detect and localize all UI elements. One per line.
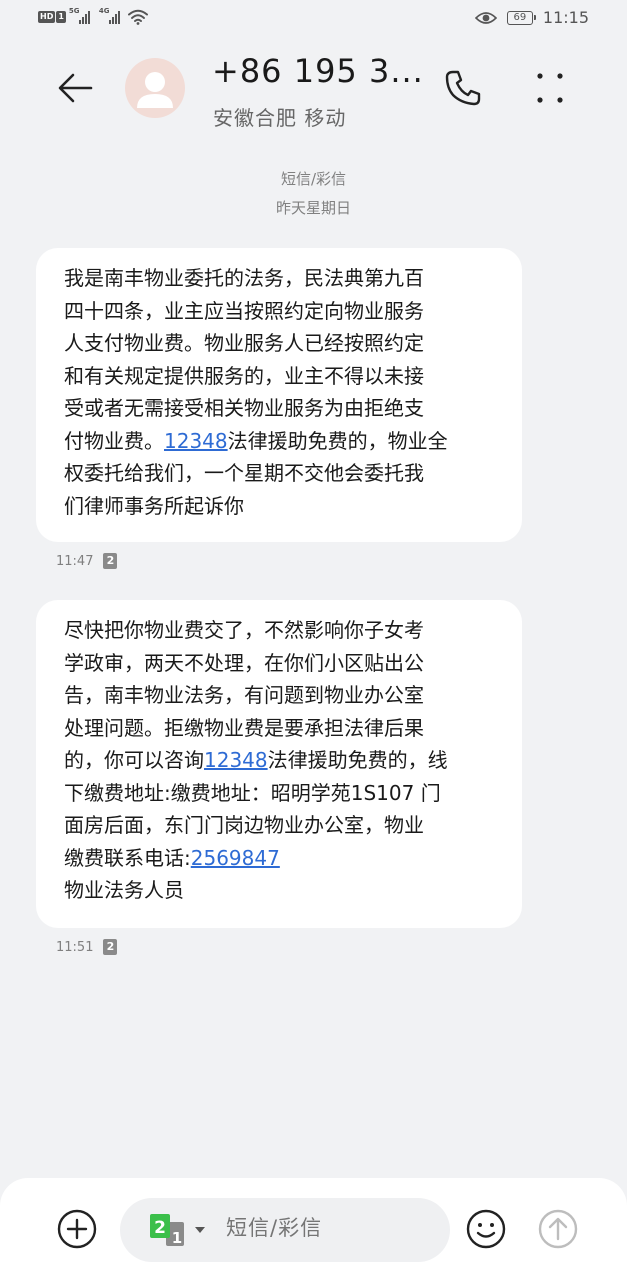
thread-date-label: 昨天星期日 <box>275 199 351 217</box>
message-bubble[interactable]: 我是南丰物业委托的法务，民法典第九百 四十四条，业主应当按照约定向物业服务 人支… <box>36 248 522 542</box>
smiley-icon <box>466 1209 506 1249</box>
send-arrow-icon <box>538 1209 578 1249</box>
sim-other-number: 1 <box>172 1229 182 1247</box>
more-vertical-icon <box>537 73 563 103</box>
signal-4g-icon: 4G <box>98 7 120 24</box>
more-options-button[interactable] <box>530 68 570 108</box>
message-meta: 11:47 2 <box>56 553 118 569</box>
contact-name: +86 195 3... <box>212 52 424 90</box>
arrow-left-icon <box>58 73 93 103</box>
sim-active-number: 2 <box>154 1218 166 1238</box>
back-button[interactable] <box>55 68 95 108</box>
status-bar: HD 1 5G 4G 69 11:15 <box>0 0 627 40</box>
message-input[interactable] <box>226 1216 426 1240</box>
add-attachment-button[interactable] <box>56 1208 98 1250</box>
message-link[interactable]: 12348 <box>164 429 228 453</box>
message-time: 11:47 <box>56 553 94 569</box>
person-icon <box>137 72 173 108</box>
message-link[interactable]: 12348 <box>204 748 268 772</box>
signal-5g-icon: 5G <box>68 7 90 24</box>
status-left: HD 1 5G 4G <box>38 7 148 25</box>
hd-indicator: HD 1 <box>38 11 66 23</box>
hd-label: HD <box>38 11 56 23</box>
message-bubble[interactable]: 尽快把你物业费交了，不然影响你子女考 学政审，两天不处理，在你们小区贴出公 告，… <box>36 600 522 928</box>
eye-icon <box>474 11 497 24</box>
battery-icon: 69 <box>506 10 536 25</box>
emoji-button[interactable] <box>465 1208 507 1250</box>
thread-type-label: 短信/彩信 <box>280 170 347 188</box>
wifi-icon <box>127 9 148 25</box>
battery-level: 69 <box>513 12 527 23</box>
message-time: 11:51 <box>56 939 94 955</box>
avatar[interactable] <box>125 58 185 118</box>
sim-card-icon: 2 1 <box>150 1214 205 1247</box>
message-text: 物业法务人员 <box>64 878 184 902</box>
message-text: 我是南丰物业委托的法务，民法典第九百 四十四条，业主应当按照约定向物业服务 人支… <box>64 266 424 453</box>
conversation-header: +86 195 3... 安徽合肥 移动 <box>0 40 627 140</box>
net-5g-label: 5G <box>68 7 80 15</box>
sim-badge-icon: 2 <box>103 939 118 955</box>
sim1-label: 1 <box>56 11 66 23</box>
status-right: 69 11:15 <box>474 8 589 27</box>
sim-badge-icon: 2 <box>103 553 118 569</box>
call-button[interactable] <box>443 68 483 108</box>
plus-circle-icon <box>57 1209 97 1249</box>
contact-location: 安徽合肥 移动 <box>213 106 347 130</box>
phone-icon <box>445 70 481 106</box>
sim-switch-button[interactable]: 2 1 <box>148 1212 208 1252</box>
net-4g-label: 4G <box>98 7 110 15</box>
message-phone-link[interactable]: 2569847 <box>191 846 280 870</box>
message-meta: 11:51 2 <box>56 939 118 955</box>
status-time: 11:15 <box>542 8 589 27</box>
send-button[interactable] <box>537 1208 579 1250</box>
